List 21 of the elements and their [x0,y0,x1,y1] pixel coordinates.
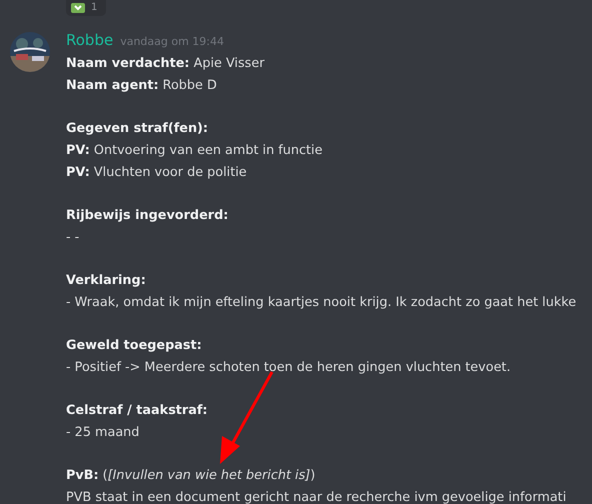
message-line: PV: Vluchten voor de politie [66,164,248,182]
message-line: - Wraak, omdat ik mijn efteling kaartjes nooit krijg. Ik zodacht zo gaat het lukke [66,294,576,312]
message-line: Rijbewijs ingevorderd: [66,206,230,225]
timestamp: vandaag om 19:44 [120,35,224,48]
reaction-count: 1 [91,2,98,14]
author-name[interactable]: Robbe [66,31,114,49]
message-line: Geweld toegepast: [66,337,203,356]
avatar[interactable] [10,32,50,72]
message-line: Verklaring: [66,272,147,290]
message-line: - 25 maand [66,424,140,442]
message-line: PvB: ([Invullen van wie het bericht is]) [66,467,316,486]
check-icon [71,3,85,13]
reaction-chip[interactable]: 1 [66,0,106,16]
message-line: Gegeven straf(fen): [66,120,210,138]
message-line: PVB staat in een document gericht naar de recherche ivm gevoelige informati [66,488,568,504]
message-line: PV: Ontvoering van een ambt in functie [66,142,324,160]
message-line: - - [66,228,80,247]
message-line: Naam verdachte: Apie Visser [66,55,266,73]
message-line: Celstraf / taakstraf: [66,402,209,420]
message-line: - Positief -> Meerdere schoten toen de heren gingen vluchten tevoet. [66,358,512,377]
message-line: Naam agent: Robbe D [66,76,218,95]
